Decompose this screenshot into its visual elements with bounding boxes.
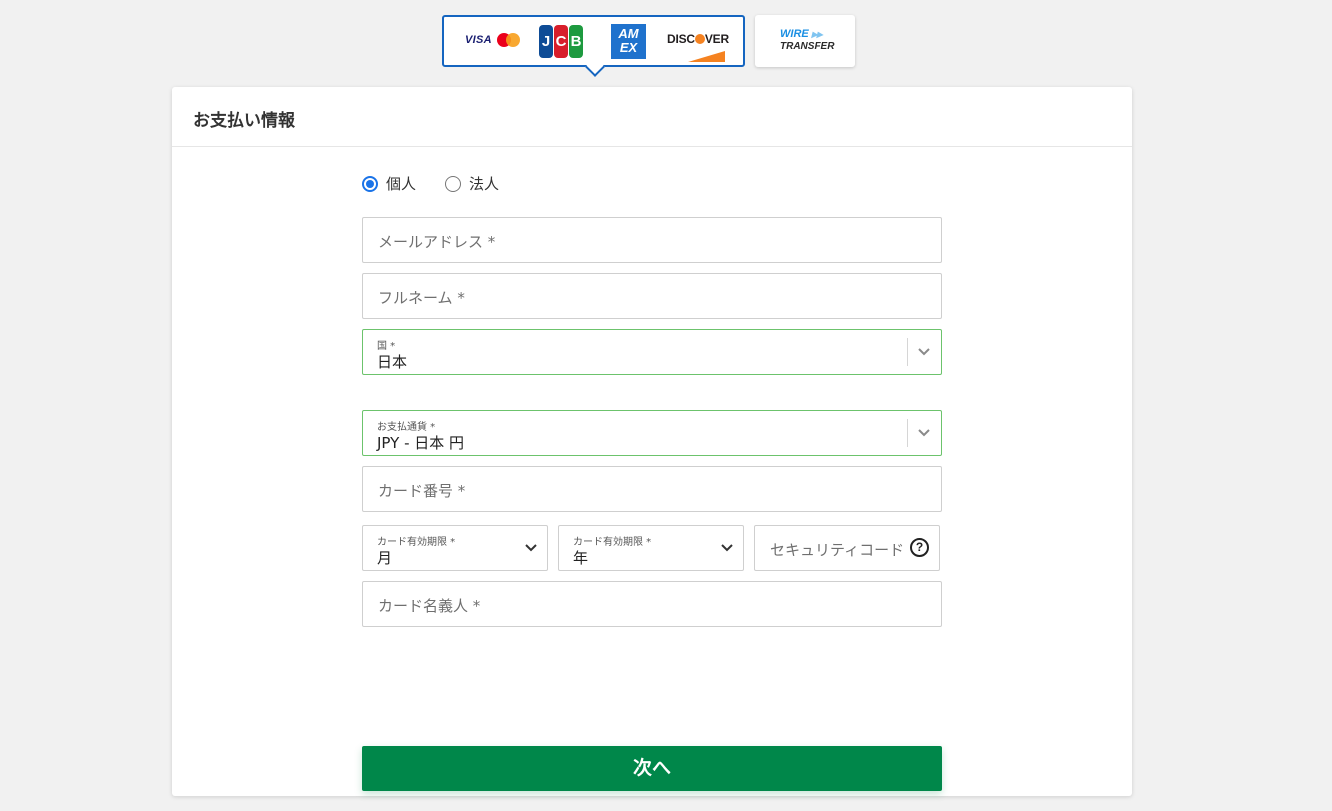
chevron-down-icon[interactable]	[918, 347, 930, 356]
security-code-field[interactable]: セキュリティコード ?	[754, 525, 940, 571]
discover-swoosh-icon	[688, 51, 725, 62]
visa-logo: VISA	[465, 34, 492, 46]
radio-corporate[interactable]: 法人	[445, 173, 499, 194]
exp-year-value: 年	[573, 549, 589, 567]
panel-title: お支払い情報	[193, 111, 295, 131]
jcb-logo: J C B	[539, 25, 583, 58]
payment-method-wire-tab[interactable]: WIRE ▶▶ TRANSFER	[755, 15, 855, 67]
exp-month-select[interactable]: カード有効期限 * 月	[362, 525, 548, 571]
panel-header: お支払い情報	[172, 87, 1132, 147]
exp-month-label: カード有効期限 *	[377, 537, 456, 548]
amex-logo: AM EX	[611, 24, 646, 59]
email-field[interactable]: メールアドレス *	[362, 217, 942, 263]
radio-corporate-label: 法人	[469, 175, 500, 193]
question-circle-icon[interactable]: ?	[910, 538, 929, 557]
customer-type-group: 個人 法人	[362, 173, 942, 203]
payment-info-panel: お支払い情報 個人 法人 メールアドレス * フルネーム * 国 * 日本 お支…	[172, 87, 1132, 796]
currency-label: お支払通貨 *	[377, 422, 436, 433]
exp-year-select[interactable]: カード有効期限 * 年	[558, 525, 744, 571]
mastercard-logo	[497, 33, 521, 47]
full-name-placeholder: フルネーム *	[378, 289, 465, 307]
exp-month-value: 月	[377, 549, 393, 567]
payment-form: 個人 法人 メールアドレス * フルネーム * 国 * 日本 お支払通貨 * J…	[362, 173, 942, 791]
currency-select[interactable]: お支払通貨 * JPY - 日本 円	[362, 410, 942, 456]
active-tab-pointer	[585, 57, 605, 77]
currency-value: JPY - 日本 円	[377, 434, 465, 452]
card-holder-field[interactable]: カード名義人 *	[362, 581, 942, 627]
radio-individual[interactable]: 個人	[362, 173, 416, 194]
exp-year-label: カード有効期限 *	[573, 537, 652, 548]
country-select[interactable]: 国 * 日本	[362, 329, 942, 375]
select-divider	[907, 419, 908, 447]
card-holder-placeholder: カード名義人 *	[378, 597, 481, 615]
email-placeholder: メールアドレス *	[378, 233, 496, 251]
wire-transfer-logo: WIRE ▶▶ TRANSFER	[780, 28, 835, 52]
radio-individual-label: 個人	[386, 175, 417, 193]
radio-corporate-indicator[interactable]	[445, 175, 461, 192]
country-label: 国 *	[377, 341, 396, 352]
next-button[interactable]: 次へ	[362, 746, 942, 791]
chevron-down-icon[interactable]	[918, 428, 930, 437]
card-number-placeholder: カード番号 *	[378, 482, 466, 500]
chevron-down-icon[interactable]	[525, 543, 537, 552]
payment-method-card-tab[interactable]: VISA J C B AM EX DISC VER	[442, 15, 745, 77]
card-number-field[interactable]: カード番号 *	[362, 466, 942, 512]
full-name-field[interactable]: フルネーム *	[362, 273, 942, 319]
country-value: 日本	[377, 353, 408, 371]
discover-logo: DISC VER	[667, 32, 729, 46]
select-divider	[907, 338, 908, 366]
security-code-placeholder: セキュリティコード	[770, 541, 905, 559]
radio-individual-indicator[interactable]	[362, 175, 378, 192]
chevron-down-icon[interactable]	[721, 543, 733, 552]
